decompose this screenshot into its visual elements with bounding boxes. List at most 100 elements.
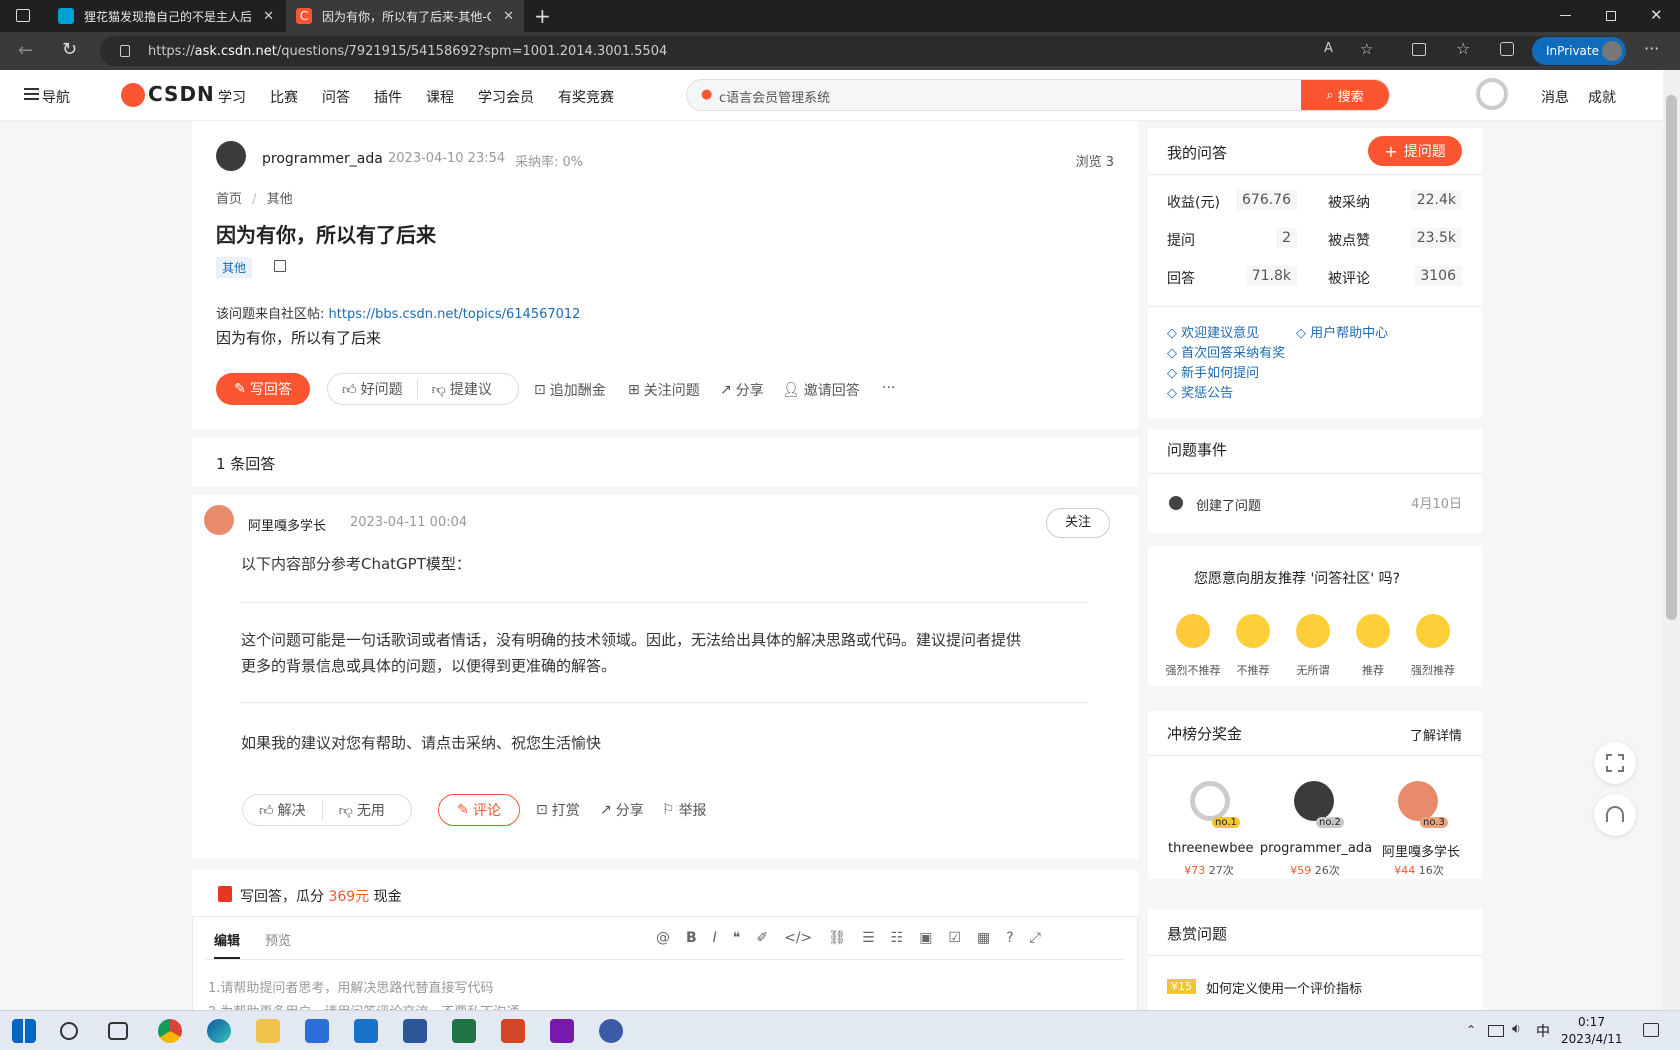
nav-messages[interactable]: 消息: [1541, 87, 1569, 107]
help-icon[interactable]: ?: [1006, 930, 1013, 946]
rank-avatar-3[interactable]: [1398, 781, 1438, 821]
stat-value[interactable]: 3106: [1414, 266, 1462, 286]
report-button[interactable]: ⚐ 举报: [662, 800, 707, 820]
checklist-icon[interactable]: ☑: [948, 930, 961, 946]
fullscreen-icon[interactable]: ⤢: [1030, 930, 1041, 946]
link-feedback[interactable]: ◇ 欢迎建议意见: [1167, 322, 1259, 341]
source-link[interactable]: https://bbs.csdn.net/topics/614567012: [329, 307, 581, 322]
stat-value[interactable]: 22.4k: [1410, 190, 1462, 210]
search-input[interactable]: c语言会员管理系统: [719, 87, 830, 106]
restore-icon[interactable]: [1606, 11, 1616, 21]
stat-value[interactable]: 23.5k: [1410, 228, 1462, 248]
tab-actions-icon[interactable]: [16, 9, 30, 22]
comment-button[interactable]: ✎ 评论: [438, 794, 520, 826]
customer-service-button[interactable]: [1594, 794, 1636, 836]
useless-button[interactable]: 👎︎ 无用: [323, 800, 401, 820]
face-very-happy-icon[interactable]: [1416, 614, 1450, 648]
windows-start-icon[interactable]: [12, 1019, 36, 1043]
search-icon[interactable]: [60, 1022, 78, 1040]
bounty-question-link[interactable]: 如何定义使用一个评价指标: [1206, 978, 1362, 997]
search-button[interactable]: ⌕ 搜索: [1301, 80, 1389, 110]
nav-achievement[interactable]: 成就: [1588, 87, 1616, 107]
notification-icon[interactable]: [1643, 1023, 1659, 1037]
edge-icon[interactable]: [207, 1019, 231, 1043]
question-tag[interactable]: 其他: [216, 257, 253, 278]
new-tab-icon[interactable]: +: [534, 4, 551, 28]
ranking-more-link[interactable]: 了解详情: [1410, 725, 1462, 744]
rank-name[interactable]: threenewbee: [1168, 841, 1254, 856]
favorites-icon[interactable]: ☆: [1456, 39, 1470, 58]
volume-icon[interactable]: 🔉︎: [1512, 1021, 1521, 1037]
rank-name[interactable]: 阿里嘎多学长: [1374, 841, 1468, 860]
close-icon[interactable]: ✕: [263, 9, 274, 24]
refresh-icon[interactable]: ↻: [62, 39, 77, 60]
link-first-answer[interactable]: ◇ 首次回答采纳有奖: [1167, 342, 1285, 361]
rank-name[interactable]: programmer_ada: [1258, 841, 1374, 856]
inprivate-badge[interactable]: InPrivate: [1532, 37, 1626, 65]
numbered-list-icon[interactable]: ☷: [891, 930, 904, 946]
menu-icon[interactable]: [24, 88, 39, 100]
quote-icon[interactable]: ❝: [733, 930, 741, 946]
link-help-center[interactable]: ◇ 用户帮助中心: [1296, 322, 1388, 341]
nav-course[interactable]: 课程: [426, 87, 454, 107]
link-notice[interactable]: ◇ 奖惩公告: [1167, 382, 1233, 401]
rank-avatar-1[interactable]: [1190, 781, 1230, 821]
csdn-logo-icon[interactable]: [121, 83, 145, 107]
answer-author[interactable]: 阿里嘎多学长: [248, 515, 326, 534]
nav-prize[interactable]: 有奖竞赛: [558, 87, 614, 107]
invite-answer-button[interactable]: 👤︎ 邀请回答: [782, 380, 860, 400]
follow-question-button[interactable]: ⊞ 关注问题: [628, 380, 700, 400]
tray-chevron-icon[interactable]: ⌃: [1466, 1023, 1476, 1037]
mention-icon[interactable]: @: [656, 930, 670, 946]
csdn-logo[interactable]: CSDN: [148, 82, 215, 106]
scrollbar-thumb[interactable]: [1666, 95, 1677, 620]
code-icon[interactable]: </>: [784, 930, 812, 946]
tab-preview[interactable]: 预览: [265, 930, 291, 949]
search-box[interactable]: ● c语言会员管理系统 ⌕ 搜索: [686, 79, 1390, 111]
excel-icon[interactable]: [452, 1019, 476, 1043]
share-button[interactable]: ↗ 分享: [720, 380, 764, 400]
clock-date[interactable]: 2023/4/11: [1561, 1032, 1623, 1046]
clock-time[interactable]: 0:17: [1578, 1015, 1605, 1029]
editor-hint[interactable]: 1.请帮助提问者思考，用解决思路代替直接写代码: [208, 977, 493, 996]
collections-icon[interactable]: [1500, 42, 1514, 56]
rank-avatar-2[interactable]: [1294, 781, 1334, 821]
nav-contest[interactable]: 比赛: [270, 87, 298, 107]
write-answer-button[interactable]: ✎ 写回答: [216, 373, 310, 405]
nav-learn[interactable]: 学习: [218, 87, 246, 107]
add-bounty-button[interactable]: ⊡ 追加酬金: [534, 380, 606, 400]
face-very-unhappy-icon[interactable]: [1176, 614, 1210, 648]
user-avatar[interactable]: [1476, 78, 1508, 110]
browser-tab-2[interactable]: C 因为有你，所以有了后来-其他-C ✕: [286, 0, 524, 32]
highlight-icon[interactable]: ✐: [756, 930, 768, 946]
bullet-list-icon[interactable]: ☰: [862, 930, 875, 946]
minimize-icon[interactable]: [1560, 15, 1571, 16]
answer-author-avatar[interactable]: [204, 505, 234, 535]
face-neutral-icon[interactable]: [1296, 614, 1330, 648]
nav-qa[interactable]: 问答: [322, 87, 350, 107]
network-icon[interactable]: [1488, 1025, 1504, 1037]
link-how-to-ask[interactable]: ◇ 新手如何提问: [1167, 362, 1259, 381]
app-icon[interactable]: [599, 1019, 623, 1043]
task-view-icon[interactable]: [108, 1022, 128, 1040]
read-aloud-icon[interactable]: A: [1324, 41, 1333, 56]
stat-value[interactable]: 71.8k: [1245, 266, 1297, 286]
back-icon[interactable]: ←: [18, 40, 33, 61]
bold-icon[interactable]: B: [686, 930, 697, 946]
table-icon[interactable]: ▦: [977, 930, 990, 946]
more-menu-icon[interactable]: ···: [1644, 39, 1659, 58]
split-screen-icon[interactable]: [1412, 43, 1426, 56]
face-happy-icon[interactable]: [1356, 614, 1390, 648]
breadcrumb-home[interactable]: 首页: [216, 192, 242, 207]
browser-tab-1[interactable]: 狸花猫发现撸自己的不是主人后… ✕: [48, 0, 284, 32]
suggest-button[interactable]: 👎︎ 提建议: [418, 379, 506, 399]
ask-question-button[interactable]: + 提问题: [1368, 136, 1462, 166]
more-icon[interactable]: ···: [882, 380, 895, 396]
qrcode-button[interactable]: [1594, 742, 1636, 784]
stat-value[interactable]: 2: [1276, 228, 1297, 248]
mail-icon[interactable]: [354, 1019, 378, 1043]
italic-icon[interactable]: I: [713, 930, 717, 946]
close-icon[interactable]: ✕: [503, 9, 514, 24]
nav-vip[interactable]: 学习会员: [478, 87, 534, 107]
good-question-button[interactable]: 👍︎ 好问题: [328, 379, 418, 399]
